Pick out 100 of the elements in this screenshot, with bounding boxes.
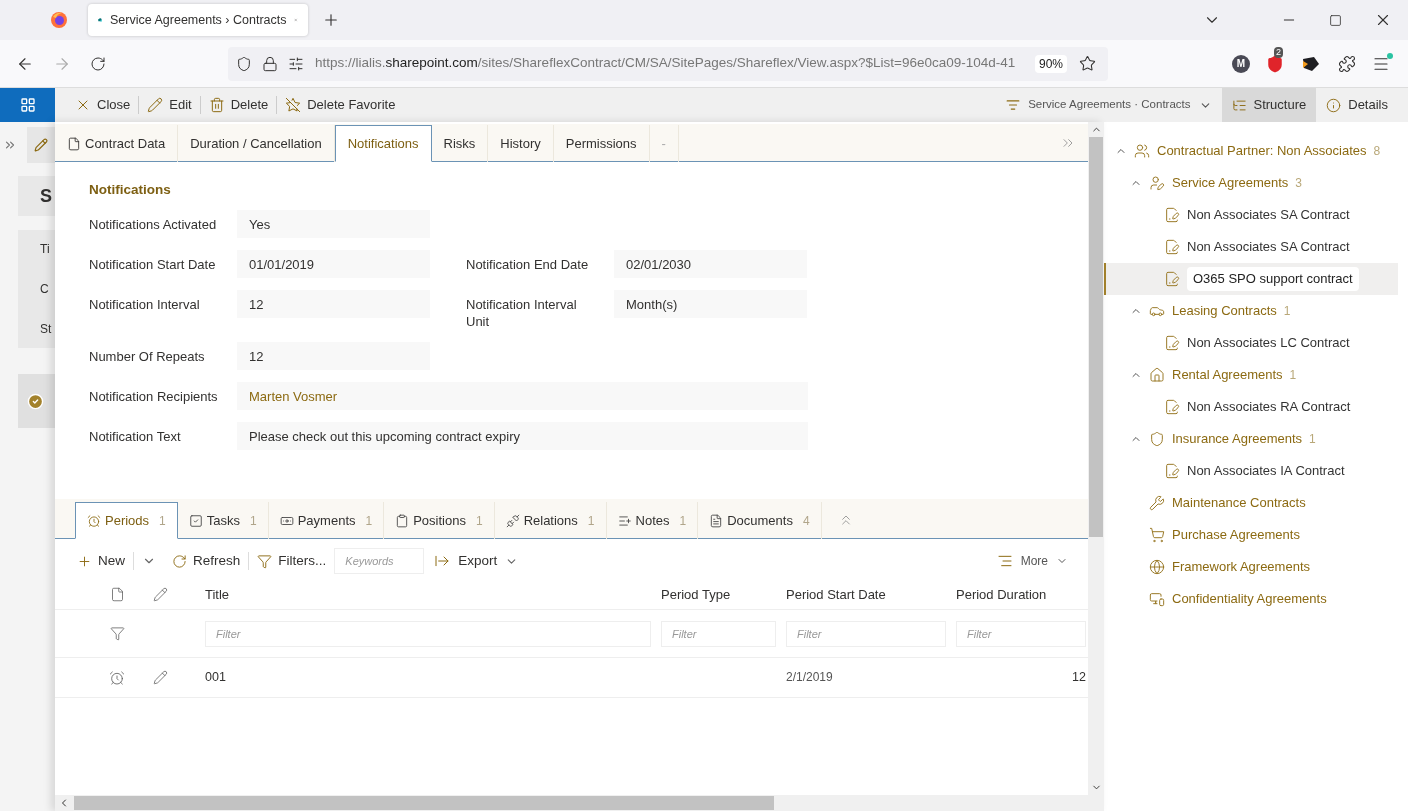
document-icon [110, 587, 125, 602]
puzzle-icon[interactable] [1338, 54, 1356, 73]
wrench-icon [1149, 495, 1165, 511]
tab[interactable]: Payments 1 [268, 502, 385, 539]
tab[interactable]: History [488, 125, 554, 162]
column-header[interactable]: Period Duration [956, 586, 1047, 602]
alarm-clock-icon [87, 513, 101, 528]
tree-label: Maintenance Contracts [1172, 494, 1306, 513]
tree-label: O365 SPO support contract [1187, 267, 1359, 291]
sliders-icon [288, 55, 304, 72]
pencil-icon[interactable] [152, 670, 168, 685]
scrollbar-thumb[interactable] [74, 796, 774, 810]
view-dropdown[interactable]: Service Agreements · Contracts [1006, 96, 1212, 114]
shield-extension-icon[interactable] [1266, 54, 1284, 73]
tree-item[interactable]: Rental Agreements 1 [1104, 359, 1398, 391]
tree-label: Non Associates SA Contract [1187, 238, 1350, 257]
field-label: Notification Recipients [89, 388, 219, 407]
tree-item[interactable]: Framework Agreements [1104, 551, 1398, 583]
document-icon [1164, 239, 1180, 255]
new-button[interactable]: New [77, 550, 125, 572]
scrollbar-thumb[interactable] [1089, 137, 1103, 537]
field-value: Yes [237, 210, 430, 239]
column-header[interactable]: Period Type [661, 586, 731, 602]
more-button[interactable]: More [996, 552, 1068, 570]
document-icon [1164, 463, 1180, 479]
tree-item[interactable]: Confidentiality Agreements [1104, 583, 1398, 615]
document-icon [1164, 207, 1180, 223]
tree-label: Service Agreements [1172, 174, 1289, 193]
field-label: Notifications Activated [89, 216, 218, 235]
keywords-field[interactable]: Keywords [334, 548, 425, 574]
count-label: 1 [250, 512, 257, 530]
person-pencil-icon [1149, 175, 1165, 191]
count-label: 1 [1289, 367, 1297, 384]
tree-icon [1231, 97, 1247, 113]
tree-item[interactable]: Service Agreements 3 [1104, 167, 1398, 199]
refresh-button[interactable]: Refresh [172, 550, 241, 572]
tab[interactable]: Contract Data [55, 125, 179, 162]
tree-item[interactable]: Non Associates SA Contract [1104, 231, 1398, 263]
new-tab-icon[interactable] [322, 11, 340, 29]
profile-avatar[interactable]: M [1232, 54, 1250, 73]
browser-tab[interactable]: Service Agreements › Contracts [88, 4, 308, 36]
tree-item[interactable]: Maintenance Contracts [1104, 487, 1398, 519]
document-icon [1164, 271, 1180, 287]
star-icon[interactable] [1079, 55, 1096, 72]
expand-icon[interactable] [3, 138, 17, 152]
browser-logo-icon[interactable] [50, 11, 68, 29]
tree-label: Non Associates SA Contract [1187, 206, 1350, 225]
tab[interactable]: Duration / Cancellation [178, 125, 335, 162]
tree-label: Rental Agreements [1172, 366, 1283, 385]
tree-label: Insurance Agreements [1172, 430, 1303, 449]
filters-button[interactable]: Filters... [257, 550, 327, 572]
tab[interactable]: Risks [431, 125, 489, 162]
tree-item[interactable]: Non Associates LC Contract [1104, 327, 1398, 359]
tab-title: Service Agreements › Contracts [110, 11, 287, 29]
filter-field[interactable]: Filter [661, 620, 776, 647]
tab[interactable]: Notes 1 [606, 502, 699, 539]
tab[interactable]: Periods 1 [75, 502, 178, 539]
tree-item[interactable]: Non Associates IA Contract [1104, 455, 1398, 487]
field-value: 12 [237, 342, 430, 371]
tree-label: Purchase Agreements [1172, 526, 1300, 545]
reload-icon[interactable] [90, 55, 106, 72]
tab[interactable]: Permissions [553, 125, 650, 162]
tree-item[interactable]: Insurance Agreements 1 [1104, 423, 1398, 455]
tree-item[interactable]: Purchase Agreements [1104, 519, 1398, 551]
export-button[interactable]: Export [434, 550, 519, 572]
tree-item[interactable]: Leasing Contracts 1 [1104, 295, 1398, 327]
cart-icon [1149, 527, 1165, 543]
monitor-icon [1149, 591, 1165, 607]
filter-field[interactable]: Filter [956, 620, 1086, 647]
column-header[interactable]: Title [205, 586, 230, 602]
pane-button[interactable]: Details [1316, 88, 1398, 122]
check-circle-icon [27, 392, 44, 410]
tree-item[interactable]: Contractual Partner: Non Associates 8 [1104, 135, 1398, 167]
pane-button[interactable]: Structure [1221, 88, 1317, 122]
filter-field[interactable]: Filter [786, 620, 946, 647]
tree-item[interactable]: Non Associates RA Contract [1104, 391, 1398, 423]
command-button[interactable]: Delete Favorite [283, 95, 398, 115]
address-field[interactable]: https://lialis.sharepoint.com/sites/ShareflexContract/CM/SA/SitePages/Shareflex/View.aspx?$List=96e0ca09-104d-41 90% [228, 46, 1108, 81]
filter-field[interactable]: Filter [205, 620, 651, 647]
command-button[interactable]: Delete [206, 95, 271, 115]
column-header[interactable]: Period Start Date [786, 586, 886, 602]
zoom-badge[interactable]: 90% [1034, 54, 1067, 73]
tree-item[interactable]: Non Associates SA Contract [1104, 199, 1398, 231]
count-label: 8 [1373, 143, 1381, 160]
command-button[interactable]: Edit [145, 95, 194, 115]
extension-icon[interactable] [1302, 55, 1320, 72]
pencil-icon [152, 587, 168, 602]
tab[interactable]: Documents 4 [698, 502, 822, 539]
tab[interactable]: Relations 1 [494, 502, 607, 539]
tab[interactable]: Tasks 1 [177, 502, 269, 539]
count-label: 1 [1283, 303, 1291, 320]
tab[interactable]: Positions 1 [384, 502, 495, 539]
tab[interactable]: Notifications [334, 125, 432, 162]
command-button[interactable]: Close [73, 95, 133, 115]
maximize-icon[interactable] [1329, 13, 1342, 27]
document-icon [709, 513, 724, 528]
app-launcher-button[interactable] [0, 88, 55, 122]
tree-item[interactable]: O365 SPO support contract [1104, 263, 1398, 295]
field-label: Notification Interval [89, 296, 201, 315]
export-icon [434, 553, 451, 569]
